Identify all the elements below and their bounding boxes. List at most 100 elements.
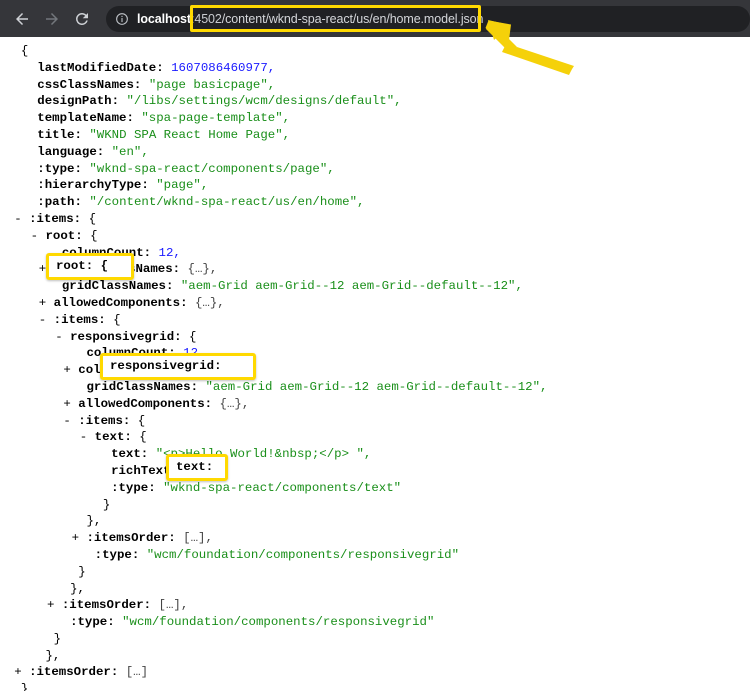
reload-icon bbox=[75, 12, 88, 25]
expand-toggle-icon[interactable]: + bbox=[39, 262, 54, 276]
json-key: :type: bbox=[70, 615, 123, 630]
json-line: :path: "/content/wknd-spa-react/us/en/ho… bbox=[0, 194, 750, 211]
expand-toggle-icon[interactable]: + bbox=[72, 531, 87, 545]
json-bracket: }, bbox=[70, 581, 85, 596]
json-value: "page", bbox=[156, 178, 209, 193]
json-line-list: { lastModifiedDate: 1607086460977, cssCl… bbox=[0, 43, 750, 691]
json-key: templateName: bbox=[37, 111, 142, 126]
toggle-spacer bbox=[55, 615, 70, 629]
json-value: {…}, bbox=[187, 262, 218, 277]
json-line: - responsivegrid: { bbox=[0, 329, 750, 346]
expand-toggle-icon[interactable]: + bbox=[39, 296, 54, 310]
expand-toggle-icon[interactable]: + bbox=[47, 598, 62, 612]
url-host: localhost bbox=[137, 11, 191, 26]
toggle-spacer bbox=[22, 178, 37, 192]
site-info-icon[interactable] bbox=[115, 12, 129, 26]
json-key: columnCount: bbox=[61, 245, 159, 260]
toggle-spacer bbox=[96, 481, 111, 495]
back-button[interactable] bbox=[8, 5, 36, 33]
toggle-spacer bbox=[55, 582, 70, 596]
json-line: :type: "wknd-spa-react/components/page", bbox=[0, 161, 750, 178]
toggle-spacer bbox=[22, 162, 37, 176]
json-value: { bbox=[139, 430, 147, 445]
collapse-toggle-icon[interactable]: - bbox=[80, 430, 95, 444]
forward-arrow-icon bbox=[46, 12, 58, 25]
json-bracket: }, bbox=[86, 514, 102, 529]
json-key: allowedComponents: bbox=[53, 295, 195, 310]
json-line: + :itemsOrder: […], bbox=[0, 597, 750, 614]
json-line: + allowedComponents: {…}, bbox=[0, 396, 750, 413]
json-value: { bbox=[137, 413, 146, 428]
json-line: + allowedComponents: {…}, bbox=[0, 295, 750, 312]
json-line: + columnClassNames: {…}, bbox=[0, 261, 750, 278]
json-key: columnClassNames: bbox=[78, 363, 213, 378]
json-key: :hierarchyType: bbox=[37, 178, 157, 193]
json-key: :items: bbox=[78, 413, 138, 428]
toggle-spacer bbox=[47, 246, 62, 260]
collapse-toggle-icon[interactable]: - bbox=[39, 313, 54, 327]
json-key: :items: bbox=[53, 312, 114, 327]
browser-toolbar: localhost:4502/content/wknd-spa-react/us… bbox=[0, 0, 750, 75]
json-line: + :itemsOrder: […], bbox=[0, 530, 750, 547]
json-value: "wknd-spa-react/components/page", bbox=[89, 161, 335, 176]
json-value: { bbox=[189, 329, 197, 344]
json-line: - root: { bbox=[0, 228, 750, 245]
toggle-spacer bbox=[80, 548, 95, 562]
collapse-toggle-icon[interactable]: - bbox=[14, 212, 29, 226]
json-value: { bbox=[113, 312, 121, 327]
json-key: language: bbox=[37, 144, 112, 159]
collapse-toggle-icon[interactable]: - bbox=[31, 229, 46, 243]
json-value: "en", bbox=[111, 144, 149, 159]
toggle-spacer bbox=[63, 565, 78, 579]
json-key: allowedComponents: bbox=[78, 396, 220, 411]
info-circle-icon bbox=[116, 12, 128, 25]
json-value: "wcm/foundation/components/responsivegri… bbox=[146, 547, 460, 562]
json-key: designPath: bbox=[37, 94, 127, 109]
back-arrow-icon bbox=[16, 12, 28, 25]
json-line: + :itemsOrder: […] bbox=[0, 664, 750, 681]
json-value: "/content/wknd-spa-react/us/en/home", bbox=[89, 195, 365, 210]
json-line: } bbox=[0, 564, 750, 581]
forward-button[interactable] bbox=[38, 5, 66, 33]
address-bar[interactable]: localhost:4502/content/wknd-spa-react/us… bbox=[106, 5, 750, 32]
toggle-spacer bbox=[22, 111, 37, 125]
json-value: "page basicpage", bbox=[148, 77, 276, 92]
json-line: } bbox=[0, 497, 750, 514]
json-line: - :items: { bbox=[0, 211, 750, 228]
json-key: title: bbox=[37, 127, 90, 142]
json-bracket: { bbox=[20, 44, 29, 58]
toggle-spacer bbox=[72, 380, 87, 394]
toggle-spacer bbox=[22, 128, 37, 142]
json-line: language: "en", bbox=[0, 144, 750, 161]
json-viewer: { lastModifiedDate: 1607086460977, cssCl… bbox=[0, 37, 750, 691]
json-value: […], bbox=[183, 531, 213, 546]
collapse-toggle-icon[interactable]: - bbox=[63, 414, 78, 428]
json-key: responsivegrid: bbox=[70, 329, 190, 344]
json-line: lastModifiedDate: 1607086460977, bbox=[0, 60, 750, 77]
json-line: templateName: "spa-page-template", bbox=[0, 110, 750, 127]
json-line: }, bbox=[0, 513, 750, 530]
json-key: :path: bbox=[37, 195, 90, 210]
toggle-spacer bbox=[22, 94, 37, 108]
json-key: :type: bbox=[37, 161, 90, 176]
json-value: "<p>Hello World!&nbsp;</p> ", bbox=[155, 447, 372, 462]
json-key: :itemsOrder: bbox=[61, 598, 159, 613]
json-value: "WKND SPA React Home Page", bbox=[89, 127, 291, 142]
json-key: :type: bbox=[94, 547, 147, 562]
json-key: :type: bbox=[111, 480, 164, 495]
json-line: text: "<p>Hello World!&nbsp;</p> ", bbox=[0, 446, 750, 463]
json-key: columnCount: bbox=[86, 346, 184, 361]
expand-toggle-icon[interactable]: + bbox=[63, 397, 78, 411]
json-bracket: } bbox=[20, 682, 29, 691]
json-value: "aem-Grid aem-Grid--12 aem-Grid--default… bbox=[180, 279, 523, 294]
toggle-spacer bbox=[22, 195, 37, 209]
json-value: 1607086460977, bbox=[171, 60, 276, 75]
json-bracket: } bbox=[78, 564, 86, 579]
collapse-toggle-icon[interactable]: - bbox=[55, 330, 70, 344]
reload-button[interactable] bbox=[68, 5, 96, 33]
json-key: text: bbox=[111, 447, 156, 462]
json-line: { bbox=[0, 43, 750, 60]
json-line: richText: true, bbox=[0, 463, 750, 480]
expand-toggle-icon[interactable]: + bbox=[14, 665, 29, 679]
expand-toggle-icon[interactable]: + bbox=[63, 363, 78, 377]
